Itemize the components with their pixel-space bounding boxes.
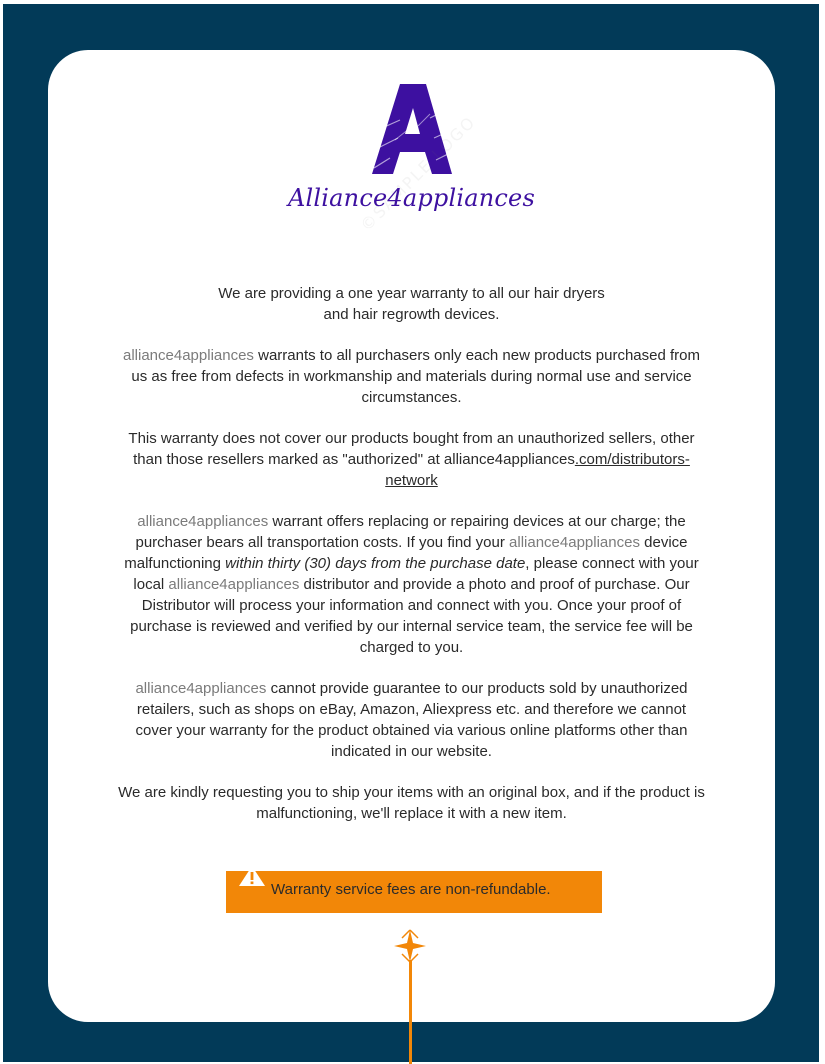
warning-icon — [239, 866, 265, 886]
paragraph-replacement: alliance4appliances warrant offers repla… — [118, 511, 705, 658]
refund-alert: Warranty service fees are non-refundable… — [226, 866, 602, 913]
paragraph-exclusion: This warranty does not cover our product… — [118, 428, 705, 491]
replacement-period: within thirty (30) days from the purchas… — [225, 555, 526, 572]
intro-line-1: We are providing a one year warranty to … — [218, 285, 605, 302]
paragraph-coverage: alliance4appliances warrants to all purc… — [118, 345, 705, 408]
brand-mention: alliance4appliances — [168, 576, 300, 593]
logo: ©SAMPLE LOGO Alliance4appliances — [48, 74, 775, 235]
page-frame: ©SAMPLE LOGO Alliance4appliances We are … — [3, 4, 819, 1062]
warranty-text: We are providing a one year warranty to … — [118, 283, 705, 844]
alert-text: Warranty service fees are non-refundable… — [271, 881, 551, 898]
paragraph-shipping: We are kindly requesting you to ship you… — [118, 782, 705, 824]
brand-mention: alliance4appliances — [135, 680, 267, 697]
brand-name: Alliance4appliances — [288, 184, 535, 212]
paragraph-intro: We are providing a one year warranty to … — [118, 283, 705, 325]
brand-mention: alliance4appliances — [509, 534, 640, 551]
shipping-text: We are kindly requesting you to ship you… — [118, 784, 705, 822]
brand-mention: alliance4appliances — [123, 347, 254, 364]
warranty-card: ©SAMPLE LOGO Alliance4appliances We are … — [48, 50, 775, 1022]
paragraph-unauthorized: alliance4appliances cannot provide guara… — [118, 678, 705, 762]
intro-line-2: and hair regrowth devices. — [323, 306, 500, 323]
brand-mention: alliance4appliances — [137, 513, 269, 530]
